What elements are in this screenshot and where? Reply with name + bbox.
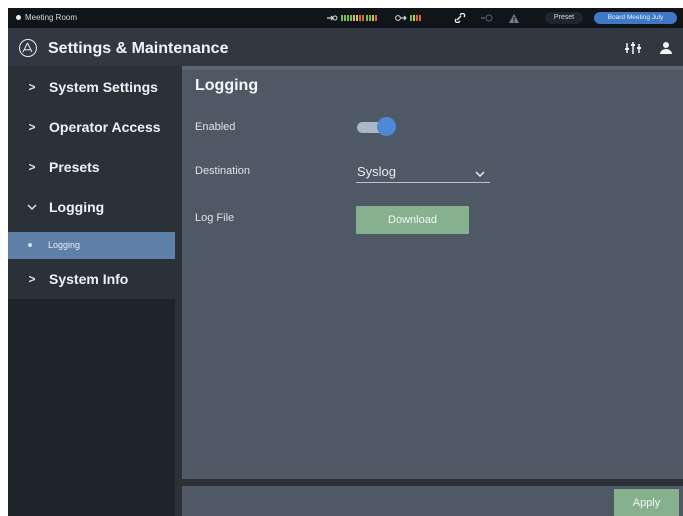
destination-value: Syslog <box>357 164 397 179</box>
sidebar-item-label: Operator Access <box>49 119 161 135</box>
sidebar-subitem-label: Logging <box>48 240 81 250</box>
enabled-toggle[interactable] <box>357 117 397 136</box>
sidebar-item-system-info[interactable]: > System Info <box>8 259 175 299</box>
apply-button[interactable]: Apply <box>614 489 679 516</box>
log-file-label: Log File <box>195 212 235 224</box>
destination-dropdown[interactable]: Syslog <box>356 162 490 183</box>
sidebar-list: > System Settings > Operator Access > Pr… <box>8 66 175 299</box>
chevron-right-icon: > <box>28 272 36 286</box>
chevron-right-icon: > <box>28 80 36 94</box>
brand-logo-icon <box>19 39 37 57</box>
output-icon <box>394 12 407 24</box>
toggle-knob <box>377 117 396 136</box>
warning-icon <box>508 12 520 24</box>
status-dot <box>16 15 21 20</box>
section-title: Logging <box>195 77 259 94</box>
sidebar: > System Settings > Operator Access > Pr… <box>8 66 175 516</box>
link-icon <box>454 12 467 24</box>
app-window: Meeting Room Preset Board Meeting July S… <box>8 8 683 516</box>
page-title: Settings & Maintenance <box>48 40 229 57</box>
enabled-label: Enabled <box>195 121 236 133</box>
current-preset-button[interactable]: Board Meeting July <box>594 12 677 24</box>
sidebar-item-label: System Info <box>49 271 129 287</box>
sidebar-item-label: Presets <box>49 159 100 175</box>
status-bar: Meeting Room Preset Board Meeting July <box>8 8 683 28</box>
output-level-meter <box>410 12 421 24</box>
user-icon[interactable] <box>659 41 673 60</box>
input-icon <box>326 12 338 24</box>
sidebar-subitem-logging[interactable]: Logging <box>8 232 175 259</box>
input-level-meter-2 <box>366 12 377 24</box>
panel-top-strip <box>182 66 683 70</box>
header: Settings & Maintenance <box>8 28 683 66</box>
sidebar-item-system-settings[interactable]: > System Settings <box>8 67 175 107</box>
chevron-down-icon <box>474 165 486 183</box>
sidebar-item-logging[interactable]: Logging <box>8 187 175 227</box>
sidebar-item-operator-access[interactable]: > Operator Access <box>8 107 175 147</box>
sidebar-item-presets[interactable]: > Presets <box>8 147 175 187</box>
sidebar-item-label: Logging <box>49 199 105 215</box>
input-level-meter <box>341 12 364 24</box>
room-name: Meeting Room <box>25 13 78 22</box>
sidebar-item-label: System Settings <box>49 79 158 95</box>
preset-label: Preset <box>545 12 583 24</box>
network-icon <box>480 12 494 24</box>
chevron-down-icon <box>25 200 39 214</box>
active-dot-icon <box>28 243 32 247</box>
main-panel: Logging Enabled Destination Syslog Log F… <box>182 66 683 479</box>
mixer-settings-icon[interactable] <box>625 41 641 60</box>
footer-bar: Apply <box>182 486 683 516</box>
chevron-right-icon: > <box>28 160 36 174</box>
destination-label: Destination <box>195 165 251 177</box>
download-button[interactable]: Download <box>356 206 469 234</box>
chevron-right-icon: > <box>28 120 36 134</box>
